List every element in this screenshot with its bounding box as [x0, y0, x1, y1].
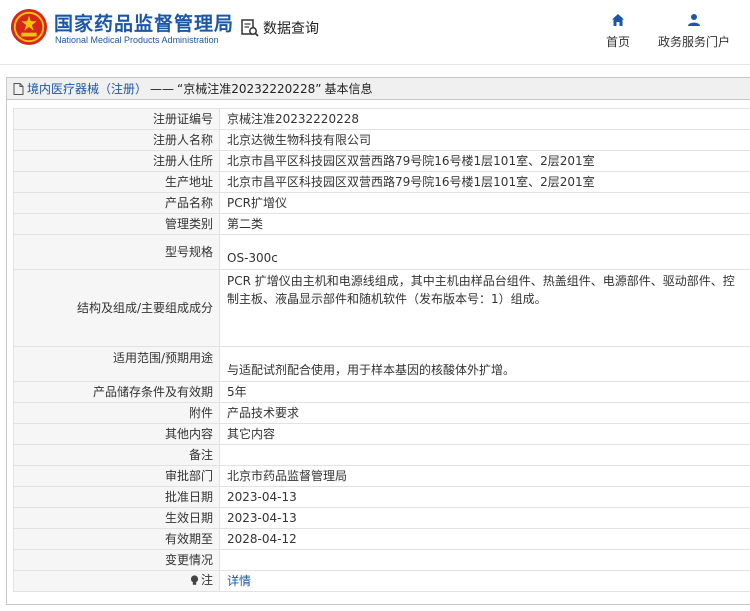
- row-label: 适用范围/预期用途: [13, 346, 220, 382]
- document-search-icon: [241, 19, 259, 37]
- row-value: 第二类: [219, 213, 750, 235]
- header-divider: [0, 64, 750, 65]
- row-label: 其他内容: [13, 423, 220, 445]
- row-label: 型号规格: [13, 234, 220, 270]
- table-row: 生产地址 北京市昌平区科技园区双营西路79号院16号楼1层101室、2层201室: [13, 171, 750, 193]
- row-value: 5年: [219, 381, 750, 403]
- row-value: 2023-04-13: [219, 486, 750, 508]
- title-registration: “京械注准20232220228”: [177, 82, 322, 96]
- row-value: PCR扩增仪: [219, 192, 750, 214]
- table-row: 生效日期 2023-04-13: [13, 507, 750, 529]
- table-row: 批准日期 2023-04-13: [13, 486, 750, 508]
- table-row: 注册人名称 北京达微生物科技有限公司: [13, 129, 750, 151]
- note-label-text: 注: [200, 573, 213, 588]
- row-value: [219, 444, 750, 466]
- details-link[interactable]: 详情: [227, 574, 251, 588]
- row-value: 北京达微生物科技有限公司: [219, 129, 750, 151]
- table-row: 附件 产品技术要求: [13, 402, 750, 424]
- nav-home[interactable]: 首页: [601, 12, 635, 50]
- document-icon: [13, 82, 24, 95]
- row-label: 产品储存条件及有效期: [13, 381, 220, 403]
- table-row: 注 详情: [13, 570, 750, 592]
- row-value: PCR 扩增仪由主机和电源线组成，其中主机由样品台组件、热盖组件、电源部件、驱动…: [219, 269, 750, 347]
- title-separator: ——: [150, 81, 175, 96]
- row-value: 与适配试剂配合使用，用于样本基因的核酸体外扩增。: [219, 346, 750, 382]
- row-label: 注册人住所: [13, 150, 220, 172]
- table-row: 管理类别 第二类: [13, 213, 750, 235]
- row-value: OS-300c: [219, 234, 750, 270]
- table-row: 注册证编号 京械注准20232220228: [13, 108, 750, 130]
- row-value: 其它内容: [219, 423, 750, 445]
- table-row: 型号规格 OS-300c: [13, 234, 750, 270]
- table-row: 适用范围/预期用途 与适配试剂配合使用，用于样本基因的核酸体外扩增。: [13, 346, 750, 382]
- row-label: 产品名称: [13, 192, 220, 214]
- table-row: 注册人住所 北京市昌平区科技园区双营西路79号院16号楼1层101室、2层201室: [13, 150, 750, 172]
- row-label: 管理类别: [13, 213, 220, 235]
- row-value: 北京市昌平区科技园区双营西路79号院16号楼1层101室、2层201室: [219, 171, 750, 193]
- row-label: 批准日期: [13, 486, 220, 508]
- brand-name-cn: 国家药品监督管理局: [54, 13, 235, 35]
- table-row: 有效期至 2028-04-12: [13, 528, 750, 550]
- table-row: 产品储存条件及有效期 5年: [13, 381, 750, 403]
- lightbulb-icon: [190, 575, 199, 585]
- title-suffix: 基本信息: [324, 82, 373, 96]
- note-label: 注: [190, 571, 213, 589]
- brand-name-en: National Medical Products Administration: [55, 35, 219, 45]
- row-label: 生产地址: [13, 171, 220, 193]
- row-value: 北京市昌平区科技园区双营西路79号院16号楼1层101室、2层201室: [219, 150, 750, 172]
- row-label: 审批部门: [13, 465, 220, 487]
- row-label: 备注: [13, 444, 220, 466]
- note-label-cell: 注: [13, 570, 220, 592]
- table-row: 结构及组成/主要组成成分 PCR 扩增仪由主机和电源线组成，其中主机由样品台组件、…: [13, 269, 750, 347]
- user-icon: [688, 14, 700, 26]
- row-label: 变更情况: [13, 549, 220, 571]
- table-row: 审批部门 北京市药品监督管理局: [13, 465, 750, 487]
- row-value: 产品技术要求: [219, 402, 750, 424]
- home-icon: [612, 14, 624, 26]
- note-value-cell: 详情: [219, 570, 750, 592]
- row-value: 京械注准20232220228: [219, 108, 750, 130]
- detail-panel: 境内医疗器械（注册） —— “京械注准20232220228” 基本信息 注册证…: [6, 77, 750, 605]
- row-value: 2028-04-12: [219, 528, 750, 550]
- row-value: 北京市药品监督管理局: [219, 465, 750, 487]
- nav-service-portal[interactable]: 政务服务门户: [654, 12, 734, 50]
- detail-table: 注册证编号 京械注准20232220228 注册人名称 北京达微生物科技有限公司 注…: [13, 108, 750, 592]
- nav-home-label: 首页: [605, 35, 630, 49]
- row-label: 注册人名称: [13, 129, 220, 151]
- row-label: 生效日期: [13, 507, 220, 529]
- site-header: 国家药品监督管理局 National Medical Products Admi…: [0, 0, 750, 64]
- national-emblem-logo: [10, 8, 48, 46]
- panel-title: 境内医疗器械（注册） —— “京械注准20232220228” 基本信息: [7, 78, 750, 100]
- row-label: 附件: [13, 402, 220, 424]
- row-value: [219, 549, 750, 571]
- row-value: 2023-04-13: [219, 507, 750, 529]
- row-label: 结构及组成/主要组成成分: [13, 269, 220, 347]
- row-label: 有效期至: [13, 528, 220, 550]
- table-row: 产品名称 PCR扩增仪: [13, 192, 750, 214]
- data-query-label: 数据查询: [263, 21, 319, 37]
- data-query-link[interactable]: 数据查询: [240, 18, 319, 38]
- table-row: 其他内容 其它内容: [13, 423, 750, 445]
- nav-service-portal-label: 政务服务门户: [657, 35, 730, 49]
- row-label: 注册证编号: [13, 108, 220, 130]
- title-category: 境内医疗器械（注册）: [27, 82, 148, 96]
- table-row: 变更情况: [13, 549, 750, 571]
- table-row: 备注: [13, 444, 750, 466]
